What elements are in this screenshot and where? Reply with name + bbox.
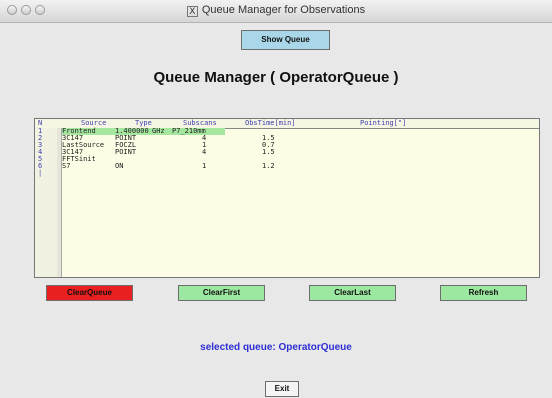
cell-subscans: 4 bbox=[202, 148, 207, 156]
column-header-obstime: ObsTime[min] bbox=[245, 119, 296, 127]
cell-subscans: P7_210mm bbox=[172, 127, 206, 135]
window-title-area: X Queue Manager for Observations bbox=[0, 4, 552, 17]
table-row[interactable]: 3C147 POINT 4 1.5 bbox=[62, 149, 539, 156]
cell-obstime: 1.5 bbox=[262, 148, 275, 156]
cell-unit: GHz bbox=[152, 127, 165, 135]
refresh-button[interactable]: Refresh bbox=[440, 285, 527, 301]
line-number-column: 1 2 3 4 5 6 | bbox=[35, 128, 58, 277]
x11-icon: X bbox=[186, 6, 198, 17]
table-row[interactable]: FFTSinit bbox=[62, 156, 539, 163]
title-bar: X Queue Manager for Observations bbox=[0, 0, 552, 23]
column-header-type: Type bbox=[135, 119, 152, 127]
selected-queue-status: selected queue: OperatorQueue bbox=[200, 342, 352, 353]
cell-type: POINT bbox=[115, 148, 137, 156]
exit-button[interactable]: Exit bbox=[265, 381, 299, 397]
line-number: | bbox=[38, 169, 43, 177]
column-header-pointing: Pointing["] bbox=[360, 119, 407, 127]
page-title: Queue Manager ( OperatorQueue ) bbox=[153, 69, 399, 86]
cell-source: S7 bbox=[62, 162, 71, 170]
cell-obstime: 1.2 bbox=[262, 162, 275, 170]
queue-rows[interactable]: Frontend 1.400000 GHz P7_210mm 3C147 POINT 4 1.… bbox=[62, 128, 539, 277]
cell-subscans: 1 bbox=[202, 162, 207, 170]
clear-last-button[interactable]: ClearLast bbox=[309, 285, 396, 301]
queue-table: N Source Type Subscans ObsTime[min] Poin… bbox=[34, 118, 540, 278]
cell-type: ON bbox=[115, 162, 124, 170]
column-header-subscans: Subscans bbox=[183, 119, 217, 127]
show-queue-button[interactable]: Show Queue bbox=[241, 30, 330, 50]
column-header-source: Source bbox=[81, 119, 107, 127]
column-header-n: N bbox=[38, 119, 43, 127]
clear-queue-button[interactable]: ClearQueue bbox=[46, 285, 133, 301]
table-row[interactable]: S7 ON 1 1.2 bbox=[62, 163, 539, 170]
window-title: Queue Manager for Observations bbox=[201, 4, 366, 16]
clear-first-button[interactable]: ClearFirst bbox=[178, 285, 265, 301]
table-row[interactable]: Frontend 1.400000 GHz P7_210mm bbox=[62, 128, 225, 135]
